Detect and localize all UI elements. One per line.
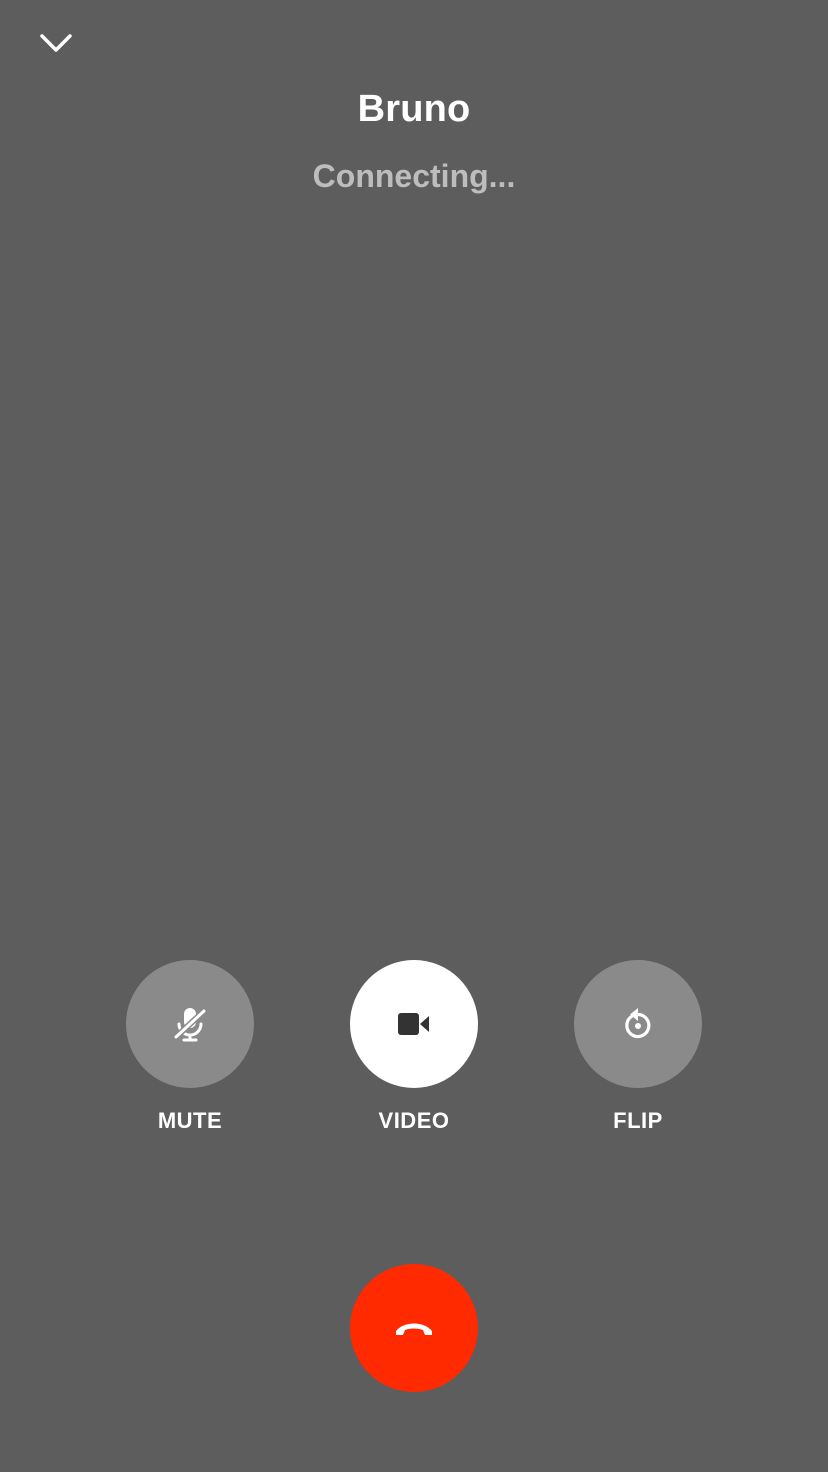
flip-button[interactable] bbox=[574, 960, 702, 1088]
hang-up-icon bbox=[396, 1323, 432, 1335]
mute-label: MUTE bbox=[157, 1108, 223, 1133]
video-camera-icon bbox=[398, 1013, 429, 1035]
end-call-button[interactable] bbox=[350, 1264, 478, 1392]
caller-name: Bruno bbox=[357, 88, 471, 130]
call-status: Connecting... bbox=[312, 158, 516, 194]
minimize-button[interactable] bbox=[26, 20, 86, 66]
flip-label: FLIP bbox=[613, 1108, 663, 1133]
video-label: VIDEO bbox=[378, 1108, 450, 1133]
video-control: VIDEO bbox=[350, 960, 478, 1134]
mic-off-icon bbox=[173, 1008, 207, 1042]
video-button[interactable] bbox=[350, 960, 478, 1088]
call-screen: Bruno Connecting... MUTE VIDEO FLIP bbox=[0, 0, 828, 1472]
mute-button[interactable] bbox=[126, 960, 254, 1088]
chevron-down-icon bbox=[40, 34, 72, 52]
flip-control: FLIP bbox=[574, 960, 702, 1134]
flip-camera-icon bbox=[625, 1008, 651, 1039]
mute-control: MUTE bbox=[126, 960, 254, 1134]
